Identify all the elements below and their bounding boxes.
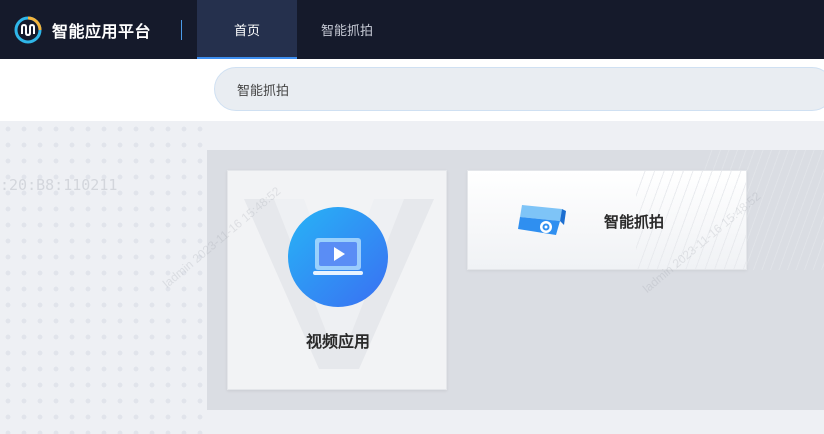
app-card-smart-capture[interactable]: 智能抓拍 [467, 170, 747, 270]
background-mac-text: :20:B8:110211 [0, 176, 118, 194]
top-navigation-bar: 智能应用平台 首页 智能抓拍 [0, 0, 824, 59]
video-app-icon-circle [288, 207, 388, 307]
camera-icon [518, 205, 566, 235]
search-input[interactable] [214, 67, 824, 111]
search-band [0, 59, 824, 121]
tab-home[interactable]: 首页 [197, 0, 298, 59]
video-monitor-icon [313, 238, 363, 275]
app-title: 智能应用平台 [52, 21, 152, 41]
brand-divider [181, 19, 183, 40]
brand[interactable]: 智能应用平台 [0, 0, 151, 59]
app-label-smart-capture: 智能抓拍 [604, 213, 665, 231]
platform-logo-icon [14, 16, 42, 43]
tab-smart-capture[interactable]: 智能抓拍 [297, 0, 397, 59]
app-label-video: 视频应用 [305, 332, 370, 351]
